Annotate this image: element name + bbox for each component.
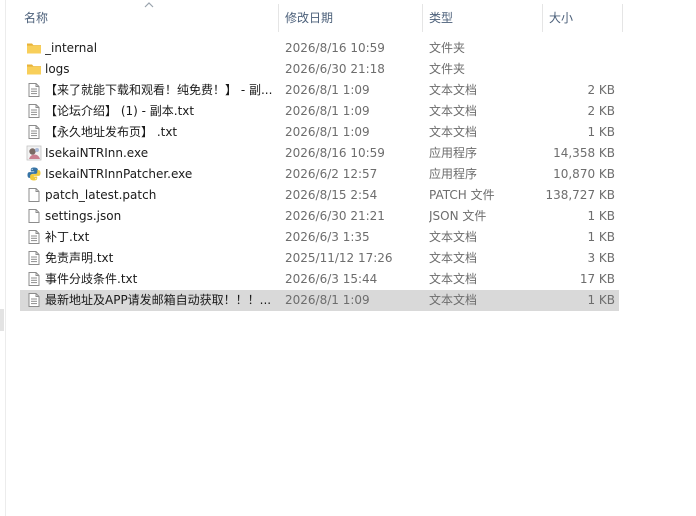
- file-modified-date: 2026/8/1 1:09: [285, 83, 370, 97]
- file-modified-date: 2026/8/16 10:59: [285, 146, 385, 160]
- file-modified-date: 2025/11/12 17:26: [285, 251, 393, 265]
- python-exe-icon: [26, 166, 42, 182]
- text-file-icon: [26, 82, 42, 98]
- text-file-icon: [26, 229, 42, 245]
- file-size: 2 KB: [587, 104, 615, 118]
- column-divider-name[interactable]: [278, 4, 279, 32]
- file-size: [500, 59, 615, 80]
- column-divider-size[interactable]: [622, 4, 623, 32]
- folder-icon: [26, 40, 42, 56]
- blank-file-icon: [26, 187, 42, 203]
- file-name: settings.json: [45, 209, 122, 223]
- text-file-icon: [26, 250, 42, 266]
- column-header-name-label: 名称: [24, 11, 49, 25]
- text-file-icon: [26, 124, 42, 140]
- file-name: 【永久地址发布页】 .txt: [45, 125, 178, 139]
- file-modified-date: 2026/6/3 15:44: [285, 272, 378, 286]
- column-divider-date[interactable]: [422, 4, 423, 32]
- file-modified-date: 2026/6/3 1:35: [285, 230, 370, 244]
- navigation-pane-divider[interactable]: [5, 0, 6, 516]
- file-row[interactable]: settings.json 2026/6/30 21:21 JSON 文件 1 KB: [20, 206, 619, 227]
- file-name: patch_latest.patch: [45, 188, 157, 202]
- blank-file-icon: [26, 208, 42, 224]
- column-header-type-label: 类型: [429, 11, 454, 25]
- file-name: logs: [45, 62, 70, 76]
- file-row[interactable]: 【论坛介绍】 (1) - 副本.txt 2026/8/1 1:09 文本文档 2 KB: [20, 101, 619, 122]
- file-name: 事件分歧条件.txt: [45, 272, 138, 286]
- file-modified-date: 2026/6/30 21:18: [285, 62, 385, 76]
- text-file-icon: [26, 103, 42, 119]
- column-header-name[interactable]: 名称: [24, 4, 274, 32]
- file-name: IsekaiNTRInn.exe: [45, 146, 149, 160]
- file-modified-date: 2026/6/30 21:21: [285, 209, 385, 223]
- column-header-type[interactable]: 类型: [429, 4, 539, 32]
- file-modified-date: 2026/8/1 1:09: [285, 104, 370, 118]
- file-size: 2 KB: [587, 83, 615, 97]
- file-size: 1 KB: [587, 230, 615, 244]
- file-explorer-window: 名称 修改日期 类型 大小 _internal 2026/8/16 10:59 文件…: [0, 0, 696, 516]
- file-size: 14,358 KB: [553, 146, 615, 160]
- file-name: 最新地址及APP请发邮箱自动获取！！！...: [45, 293, 272, 307]
- file-modified-date: 2026/8/1 1:09: [285, 125, 370, 139]
- file-size: 1 KB: [587, 293, 615, 307]
- file-modified-date: 2026/6/2 12:57: [285, 167, 378, 181]
- column-header-bar: 名称 修改日期 类型 大小: [6, 4, 696, 32]
- file-size: 3 KB: [587, 251, 615, 265]
- file-size: 1 KB: [587, 209, 615, 223]
- file-row[interactable]: IsekaiNTRInn.exe 2026/8/16 10:59 应用程序 14,35…: [20, 143, 619, 164]
- folder-icon: [26, 61, 42, 77]
- text-file-icon: [26, 292, 42, 308]
- file-row[interactable]: patch_latest.patch 2026/8/15 2:54 PATCH 文件…: [20, 185, 619, 206]
- navigation-pane-scroll-marker: [0, 309, 4, 331]
- column-header-date[interactable]: 修改日期: [285, 4, 415, 32]
- file-row[interactable]: IsekaiNTRInnPatcher.exe 2026/6/2 12:57 应用程…: [20, 164, 619, 185]
- file-name: 【来了就能下载和观看！纯免费！】 - 副...: [45, 83, 273, 97]
- file-size: 10,870 KB: [553, 167, 615, 181]
- file-size: 138,727 KB: [545, 188, 615, 202]
- column-header-size-label: 大小: [549, 11, 574, 25]
- file-row-selected[interactable]: 最新地址及APP请发邮箱自动获取！！！... 2026/8/1 1:09 文本文档 1…: [20, 290, 619, 311]
- file-modified-date: 2026/8/16 10:59: [285, 41, 385, 55]
- file-modified-date: 2026/8/15 2:54: [285, 188, 378, 202]
- file-size: [500, 38, 615, 59]
- column-header-date-label: 修改日期: [285, 11, 334, 25]
- file-size: 17 KB: [579, 272, 615, 286]
- file-name: 【论坛介绍】 (1) - 副本.txt: [45, 104, 195, 118]
- file-name: 补丁.txt: [45, 230, 90, 244]
- file-row[interactable]: 补丁.txt 2026/6/3 1:35 文本文档 1 KB: [20, 227, 619, 248]
- text-file-icon: [26, 271, 42, 287]
- file-modified-date: 2026/8/1 1:09: [285, 293, 370, 307]
- file-name: 免责声明.txt: [45, 251, 114, 265]
- column-divider-type[interactable]: [542, 4, 543, 32]
- file-name: _internal: [45, 41, 98, 55]
- file-name: IsekaiNTRInnPatcher.exe: [45, 167, 193, 181]
- file-row[interactable]: 【来了就能下载和观看！纯免费！】 - 副... 2026/8/1 1:09 文本文档…: [20, 80, 619, 101]
- column-header-size[interactable]: 大小: [549, 4, 624, 32]
- file-row[interactable]: 【永久地址发布页】 .txt 2026/8/1 1:09 文本文档 1 KB: [20, 122, 619, 143]
- file-row[interactable]: logs 2026/6/30 21:18 文件夹: [20, 59, 619, 80]
- file-size: 1 KB: [587, 125, 615, 139]
- app-exe-icon: [26, 145, 42, 161]
- file-row[interactable]: 免责声明.txt 2025/11/12 17:26 文本文档 3 KB: [20, 248, 619, 269]
- file-row[interactable]: 事件分歧条件.txt 2026/6/3 15:44 文本文档 17 KB: [20, 269, 619, 290]
- file-row[interactable]: _internal 2026/8/16 10:59 文件夹: [20, 38, 619, 59]
